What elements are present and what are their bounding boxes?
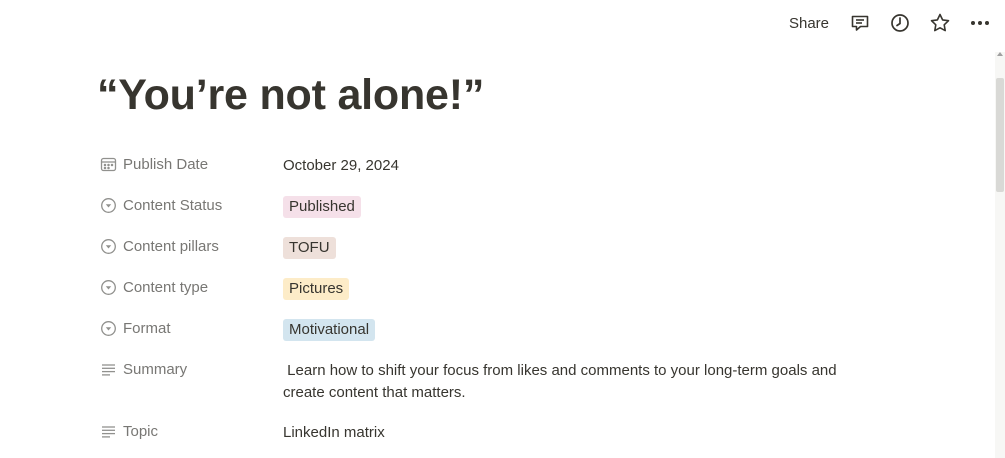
label-text: Content pillars xyxy=(123,238,219,255)
property-label-content-type[interactable]: Content type xyxy=(100,269,283,306)
property-content-status: Content Status Published xyxy=(100,187,890,228)
pillar-tag: TOFU xyxy=(283,237,336,259)
status-tag: Published xyxy=(283,196,361,218)
property-format: Format Motivational xyxy=(100,310,890,351)
select-icon xyxy=(101,198,116,213)
label-text: Content type xyxy=(123,279,209,296)
date-value: October 29, 2024 xyxy=(283,157,399,174)
select-icon xyxy=(101,321,116,336)
label-text: Summary xyxy=(123,361,188,378)
page-title[interactable]: “You’re not alone!” xyxy=(97,68,484,122)
type-tag: Pictures xyxy=(283,278,350,300)
property-value-content-type[interactable]: Pictures xyxy=(283,269,890,300)
property-label-topic[interactable]: Topic xyxy=(100,413,283,450)
format-tag: Motivational xyxy=(283,319,376,341)
property-value-format[interactable]: Motivational xyxy=(283,310,890,341)
property-value-topic[interactable]: LinkedIn matrix xyxy=(283,413,890,444)
property-value-content-status[interactable]: Published xyxy=(283,187,890,218)
property-content-pillars: Content pillars TOFU xyxy=(100,228,890,269)
property-value-publish-date[interactable]: October 29, 2024 xyxy=(283,146,890,177)
top-bar: Share xyxy=(789,0,1005,46)
property-publish-date: Publish Date October 29, 2024 xyxy=(100,146,890,187)
text-icon xyxy=(102,364,115,376)
label-text: Topic xyxy=(123,423,159,440)
history-icon[interactable] xyxy=(889,12,911,34)
properties-list: Publish Date October 29, 2024 Content St… xyxy=(100,146,890,454)
property-content-type: Content type Pictures xyxy=(100,269,890,310)
label-text: Format xyxy=(123,320,171,337)
property-value-summary[interactable]: Learn how to shift your focus from likes… xyxy=(283,351,890,404)
property-label-format[interactable]: Format xyxy=(100,310,283,347)
label-text: Publish Date xyxy=(123,156,209,173)
property-summary: Summary Learn how to shift your focus fr… xyxy=(100,351,890,413)
topic-text: LinkedIn matrix xyxy=(283,424,385,441)
star-icon[interactable] xyxy=(929,12,951,34)
summary-text: Learn how to shift your focus from likes… xyxy=(283,362,841,401)
share-button[interactable]: Share xyxy=(789,15,829,32)
calendar-icon xyxy=(100,157,117,172)
comment-icon[interactable] xyxy=(849,12,871,34)
scroll-up-arrow[interactable] xyxy=(997,52,1003,56)
property-label-publish-date[interactable]: Publish Date xyxy=(100,146,283,183)
property-label-content-pillars[interactable]: Content pillars xyxy=(100,228,283,265)
text-icon xyxy=(102,426,115,438)
select-icon xyxy=(101,280,116,295)
property-value-content-pillars[interactable]: TOFU xyxy=(283,228,890,259)
select-icon xyxy=(101,239,116,254)
property-label-summary[interactable]: Summary xyxy=(100,351,283,388)
property-label-content-status[interactable]: Content Status xyxy=(100,187,283,224)
label-text: Content Status xyxy=(123,197,223,214)
scroll-thumb[interactable] xyxy=(996,78,1004,192)
property-topic: Topic LinkedIn matrix xyxy=(100,413,890,454)
more-icon[interactable] xyxy=(969,12,991,34)
vertical-scrollbar[interactable] xyxy=(995,52,1005,458)
